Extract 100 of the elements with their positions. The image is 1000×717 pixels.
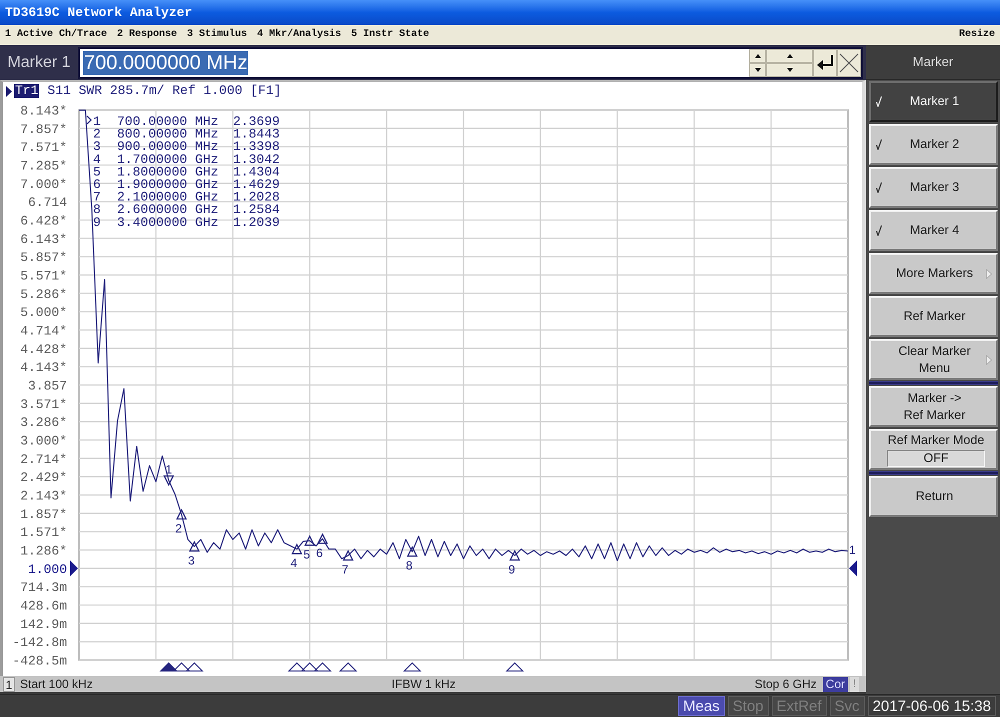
marker-value: 1.2584 [233,202,280,218]
y-axis-label: 6.428* [20,214,67,229]
marker-frequency: 900.00000 MHz [117,139,218,154]
menu-item[interactable]: 4 Mkr/Analysis [257,28,342,42]
y-axis-label: 1.000 [28,562,67,577]
menu-item[interactable]: 1 Active Ch/Trace [5,28,108,42]
marker-number: 8 [93,202,101,218]
trace-number-label: 1 [849,543,856,558]
mode-value-field: OFF [887,450,985,467]
y-axis-label: 3.000* [20,434,67,448]
marker-value: 1.8443 [233,126,280,142]
marker-value: 1.2028 [233,190,280,205]
menu-item[interactable]: 5 Instr State [351,28,430,42]
y-axis-label: 7.571* [20,140,67,156]
y-axis-label: 2.429* [20,470,67,486]
y-axis-label: 142.9m [20,616,67,632]
y-axis-label: 5.571* [20,268,67,284]
y-axis-label: 4.428* [20,342,67,357]
softkey-button[interactable]: Marker 4 [869,210,998,251]
y-axis-label: 1.571* [20,525,67,540]
y-axis-label: 1.857* [20,506,67,522]
marker-frequency: 1.7000000 GHz [117,152,218,167]
softkey-menu-title: Marker [912,53,954,72]
marker-number-label: 9 [508,562,516,576]
entry-label: Marker 1 [6,52,72,72]
marker-number-label: 2 [175,521,182,536]
y-axis-label: 3.571* [20,396,67,412]
submenu-arrow-icon [986,354,992,364]
y-axis-label: 2.714* [20,452,67,467]
marker-number-label: 3 [188,554,195,568]
y-axis-label: 6.714 [28,195,67,210]
marker-number-label: 1 [165,462,172,476]
marker-value: 2.3699 [233,114,280,129]
softkey-button[interactable]: Return [869,476,998,517]
y-axis-label: 7.857* [20,122,67,137]
marker-frequency: 700.00000 MHz [117,114,218,129]
menu-item[interactable]: 3 Stimulus [187,28,248,42]
submenu-arrow-icon [986,268,992,278]
y-axis-label: 5.000* [20,305,67,320]
y-axis-label: 2.143* [20,488,67,504]
y-axis-label: -142.8m [12,635,67,650]
trace-tag[interactable]: Tr1 [14,84,40,98]
marker-number: 3 [93,139,101,154]
y-axis-label: 4.143* [20,360,67,376]
y-axis-label: 1.286* [20,543,67,558]
softkey-button[interactable]: Marker -> Ref Marker [869,386,998,427]
y-axis-label: 7.285* [20,158,67,174]
marker-number: 9 [93,214,101,230]
menu-item[interactable]: 2 Response [117,28,178,42]
softkey-button[interactable]: Ref Marker [869,296,998,337]
marker-value: 1.3042 [233,152,280,167]
marker-frequency: 2.1000000 GHz [117,190,218,205]
marker-number-label: 7 [342,562,348,576]
marker-number-label: 8 [406,558,413,573]
if-bandwidth: IFBW 1 kHz [392,676,456,693]
marker-number: 6 [93,177,101,192]
stop-frequency: Stop 6 GHz [754,676,817,693]
y-axis-label: 7.000* [20,176,67,192]
marker-frequency: 3.4000000 GHz [117,214,218,230]
y-axis-label: -428.5m [12,654,67,669]
softkey-button[interactable]: More Markers [869,253,998,294]
warning-indicator: ! [850,676,859,692]
trace-info: S11 SWR 285.7m/ Ref 1.000 [F1] [47,84,282,98]
marker-number-label: 6 [316,546,323,560]
window-title: TD3619C Network Analyzer [5,4,192,22]
correction-indicator: Cor [822,676,848,692]
marker-number: 4 [93,152,101,167]
marker-value: 1.4629 [233,177,280,192]
marker-frequency: 1.9000000 GHz [117,177,218,192]
status-indicator: Meas [678,696,725,716]
marker-number: 5 [93,164,101,180]
softkey-button[interactable]: Marker 1 [869,81,998,122]
marker-number: 1 [93,114,101,129]
start-frequency: Start 100 kHz [20,676,93,693]
y-axis-label: 5.857* [20,250,67,266]
marker-frequency: 1.8000000 GHz [117,164,218,180]
marker-value: 1.2039 [233,214,280,230]
y-axis-label: 428.6m [20,598,67,614]
y-axis-label: 4.714* [20,324,67,339]
y-axis-label: 714.3m [20,580,67,596]
y-axis-label: 6.143* [20,232,67,247]
y-axis-label: 3.857 [28,378,67,394]
softkey-button[interactable]: Ref Marker Mode OFF [869,429,998,470]
date-time: 2017-06-06 15:38 [868,696,996,716]
marker-frequency: 2.6000000 GHz [117,202,218,218]
marker-number-label: 5 [303,548,310,562]
softkey-button[interactable]: Marker 3 [869,167,998,208]
marker-number-label: 4 [290,556,298,570]
marker-value: 1.4304 [233,164,280,180]
resize-button[interactable]: Resize [958,28,995,42]
y-axis-label: 5.286* [20,286,67,302]
marker-number: 7 [93,190,101,205]
marker-number: 2 [93,126,101,142]
softkey-button[interactable]: Clear Marker Menu [869,339,998,380]
channel-number: 1 [3,676,15,692]
marker-value: 1.3398 [233,139,280,154]
y-axis-label: 3.286* [20,415,67,430]
y-axis-label: 8.143* [20,104,67,118]
marker-frequency: 800.00000 MHz [117,126,218,142]
softkey-button[interactable]: Marker 2 [869,124,998,165]
